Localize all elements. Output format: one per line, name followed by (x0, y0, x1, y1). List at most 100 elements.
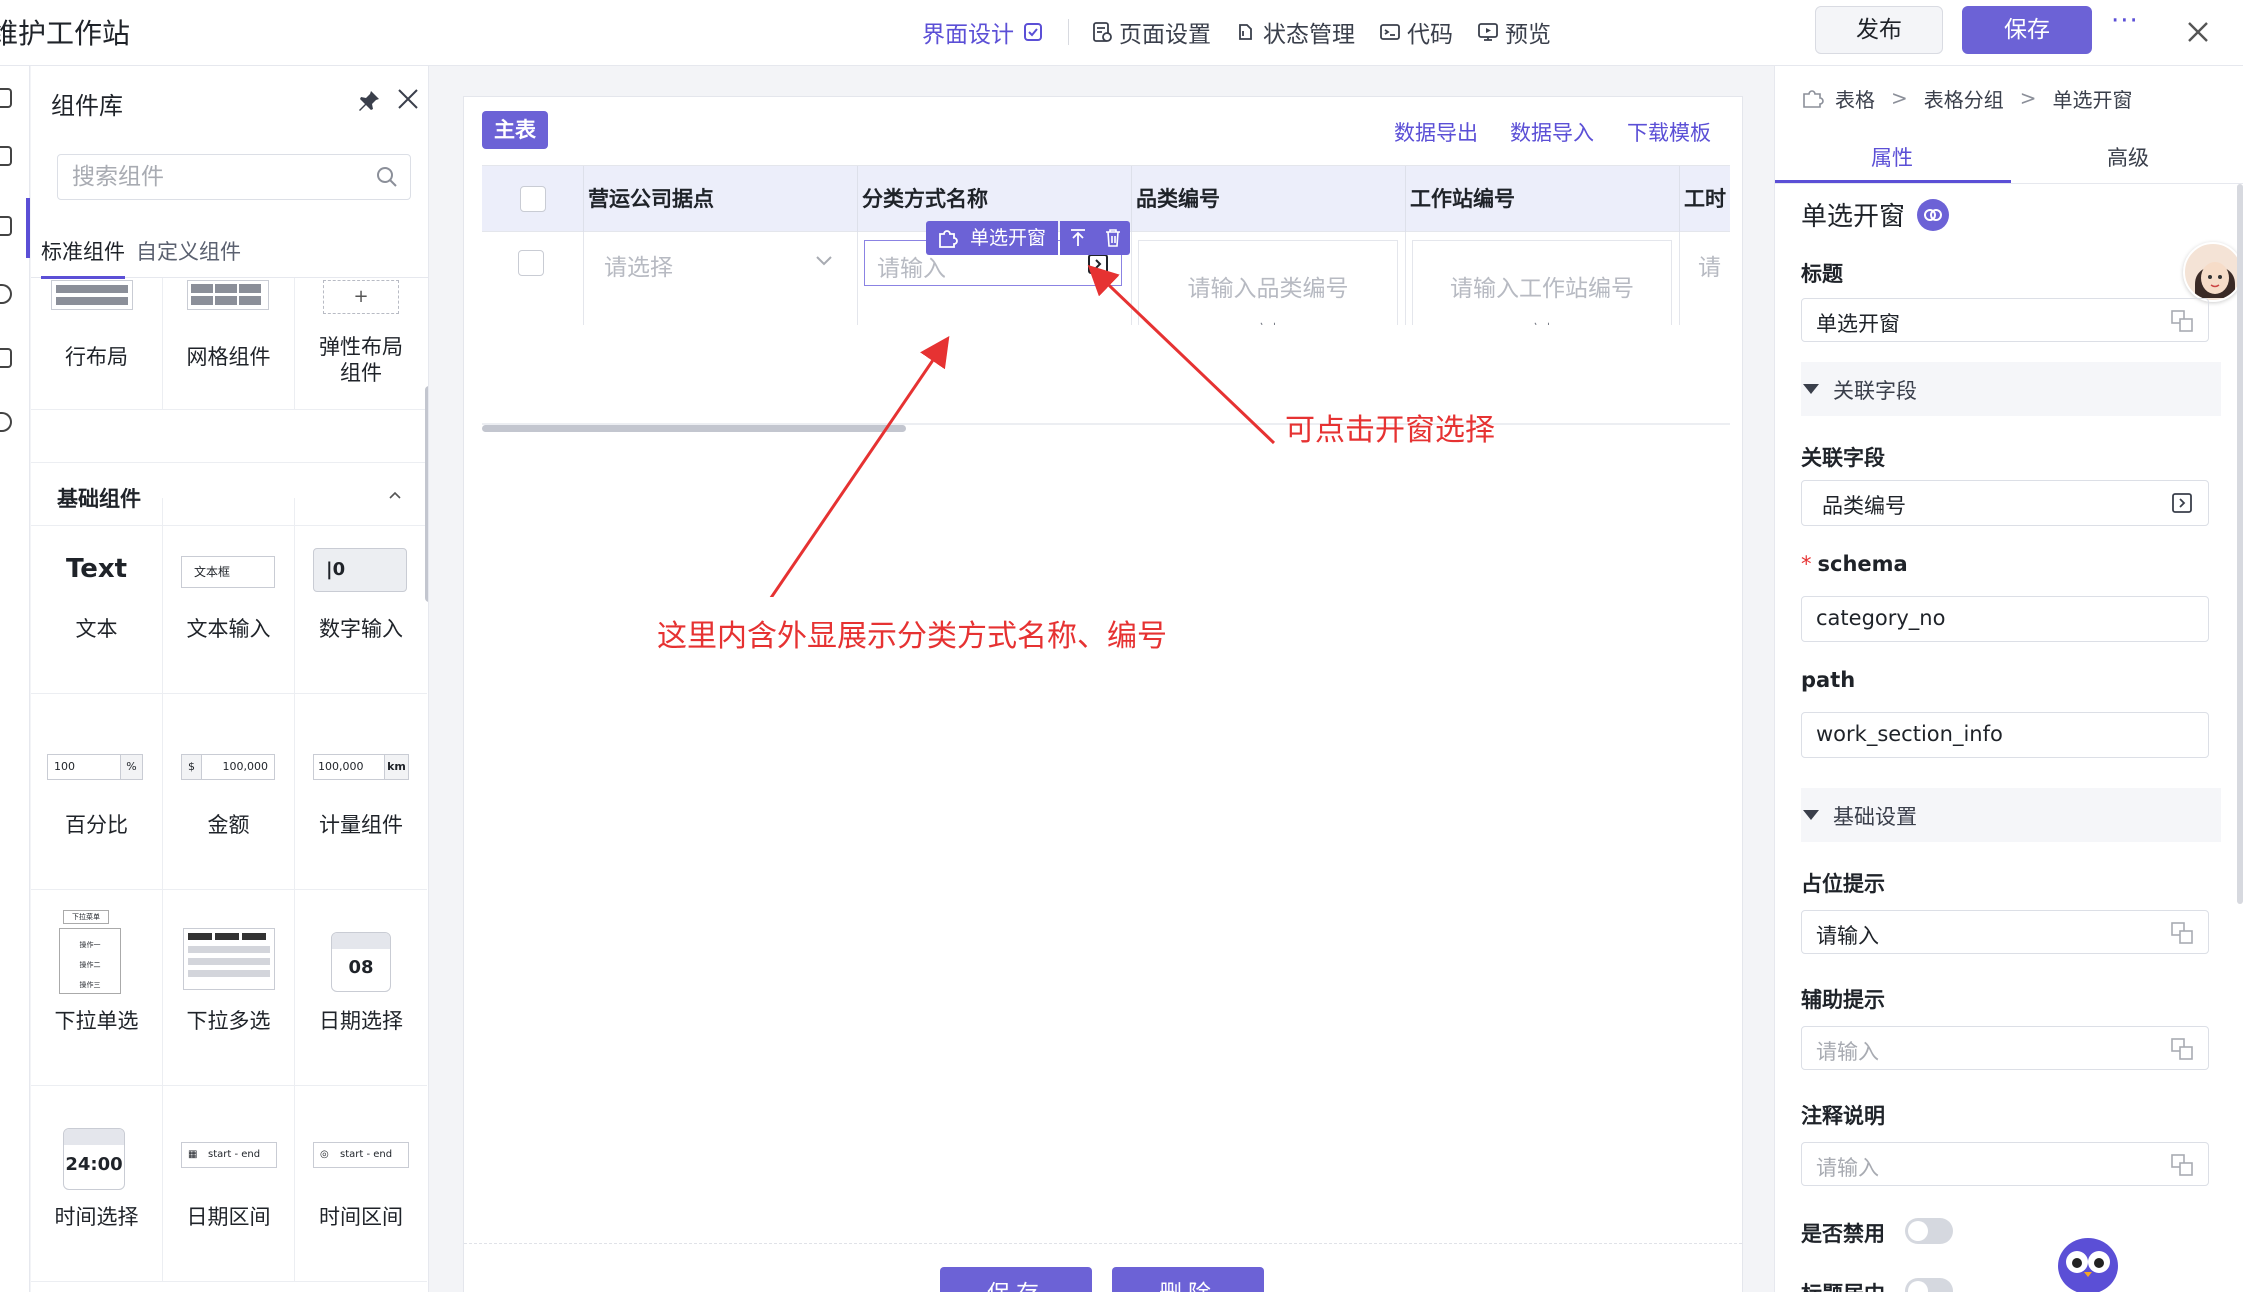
outline-icon[interactable] (0, 88, 12, 108)
translate-icon[interactable] (2170, 1153, 2194, 1177)
components-icon[interactable] (0, 216, 12, 236)
breadcrumb-item[interactable]: 表格 (1835, 84, 1875, 113)
properties-scrollbar[interactable] (2237, 184, 2243, 904)
nav-code[interactable]: 代码 (1379, 15, 1453, 49)
component-time-range[interactable]: ◎ start - end 时间区间 (295, 1086, 427, 1282)
main-table-badge: 主表 (482, 111, 548, 149)
translate-icon[interactable] (2170, 1037, 2194, 1061)
component-label: 时间区间 (319, 1205, 403, 1229)
properties-tabs: 属性 高级 (1775, 128, 2243, 184)
row-checkbox[interactable] (518, 250, 544, 276)
column-header[interactable]: 工时 (1680, 166, 1730, 232)
layers-icon[interactable] (0, 348, 12, 368)
title-input[interactable]: 单选开窗 (1801, 298, 2209, 342)
title-center-toggle[interactable] (1905, 1278, 1953, 1292)
move-up-icon[interactable] (1069, 228, 1087, 248)
component-dropdown-single[interactable]: 下拉菜单 操作一 操作二 操作三 下拉单选 (31, 890, 163, 1086)
component-row-layout[interactable]: 行布局 (31, 278, 163, 410)
delete-icon[interactable] (1104, 228, 1122, 248)
component-dropdown-multi[interactable]: 下拉多选 (163, 890, 295, 1086)
helper-label: 辅助提示 (1801, 988, 1885, 1012)
component-chip[interactable]: 单选开窗 (926, 221, 1059, 255)
open-window-icon[interactable] (2170, 491, 2194, 515)
component-percent[interactable]: 100 % 百分比 (31, 694, 163, 890)
component-type-icon[interactable] (1917, 198, 1950, 231)
cell-workstation-no[interactable]: 请输入工作站编号 文本 (1406, 232, 1680, 325)
component-label: 计量组件 (319, 813, 403, 837)
caret-down-icon (1803, 810, 1819, 820)
note-input[interactable]: 请输入 (1801, 1142, 2209, 1186)
translate-icon[interactable] (2170, 921, 2194, 945)
percent-preview-value: 100 (54, 760, 75, 773)
component-flex-layout[interactable]: + 弹性布局 组件 (295, 278, 427, 410)
column-header[interactable]: 工作站编号 (1406, 166, 1680, 232)
table-horizontal-scrollbar[interactable] (482, 425, 906, 432)
schema-input[interactable]: category_no (1801, 596, 2209, 642)
download-template-link[interactable]: 下载模板 (1627, 117, 1711, 147)
pages-icon[interactable] (0, 146, 12, 166)
component-grid[interactable]: 网格组件 (163, 278, 295, 410)
workstation-no-field[interactable]: 请输入工作站编号 文本 (1412, 240, 1672, 325)
tab-properties[interactable]: 属性 (1871, 142, 1913, 172)
select-all-checkbox[interactable] (520, 186, 546, 212)
form-save-button[interactable]: 保存 (940, 1267, 1092, 1292)
puzzle-outline-icon (1803, 90, 1824, 108)
helper-input[interactable]: 请输入 (1801, 1026, 2209, 1070)
component-date-range[interactable]: ▦ start - end 日期区间 (163, 1086, 295, 1282)
nav-preview[interactable]: 预览 (1477, 15, 1551, 49)
open-window-icon[interactable] (1087, 253, 1109, 275)
related-field-group-header[interactable]: 关联字段 (1801, 362, 2221, 416)
nav-interface-design[interactable]: 界面设计 (922, 15, 1044, 49)
save-button[interactable]: 保存 (1962, 6, 2092, 54)
basic-settings-group-header[interactable]: 基础设置 (1801, 788, 2221, 842)
category-no-field[interactable]: 请输入品类编号 文本 (1138, 240, 1398, 325)
related-field-select[interactable]: 品类编号 (1801, 480, 2209, 526)
owl-assistant-icon[interactable] (2053, 1226, 2123, 1292)
translate-icon[interactable] (2170, 309, 2194, 333)
nav-page-settings[interactable]: 页面设置 (1091, 15, 1211, 49)
component-amount[interactable]: $ 100,000 金额 (163, 694, 295, 890)
tab-custom-components[interactable]: 自定义组件 (136, 236, 241, 276)
shield-icon[interactable] (0, 412, 12, 432)
cell-operating-site[interactable]: 请选择 (584, 232, 858, 325)
column-header[interactable]: 营运公司据点 (584, 166, 858, 232)
component-search[interactable] (57, 154, 411, 200)
annotation-display-hint: 这里内含外显展示分类方式名称、编号 (657, 619, 1167, 654)
breadcrumb-item[interactable]: 表格分组 (1924, 84, 2004, 113)
toggle-knob (1908, 1221, 1928, 1241)
component-time-picker[interactable]: 24:00 时间选择 (31, 1086, 163, 1282)
basic-row-3: 下拉菜单 操作一 操作二 操作三 下拉单选 下拉多选 08 日期选择 (31, 890, 428, 1086)
component-date-picker[interactable]: 08 日期选择 (295, 890, 427, 1086)
grid-preview (187, 280, 269, 310)
assistant-avatar[interactable] (2183, 242, 2243, 302)
data-icon[interactable] (0, 284, 12, 304)
column-header[interactable]: 品类编号 (1132, 166, 1406, 232)
library-scrollbar[interactable] (425, 386, 428, 602)
path-input[interactable]: work_section_info (1801, 712, 2209, 758)
placeholder-input[interactable]: 请输入 (1801, 910, 2209, 954)
pin-icon[interactable] (356, 88, 382, 114)
component-measure[interactable]: 100,000 km 计量组件 (295, 694, 427, 890)
search-input[interactable] (58, 155, 358, 199)
amount-preview-value: 100,000 (222, 760, 269, 773)
data-import-link[interactable]: 数据导入 (1510, 117, 1594, 147)
data-export-link[interactable]: 数据导出 (1394, 117, 1478, 147)
component-number-input[interactable]: |0 数字输入 (295, 498, 427, 694)
clock-small-icon: ◎ (320, 1149, 329, 1160)
tab-advanced[interactable]: 高级 (2107, 142, 2149, 172)
disabled-toggle[interactable] (1905, 1218, 1953, 1244)
cell-category-no[interactable]: 请输入品类编号 文本 (1132, 232, 1406, 325)
top-nav: 界面设计 页面设置 状态管理 代码 预览 (922, 14, 1575, 50)
form-delete-button[interactable]: 删除 (1112, 1267, 1264, 1292)
component-text[interactable]: Text 文本 (31, 498, 163, 694)
close-icon[interactable] (2180, 14, 2216, 50)
publish-button[interactable]: 发布 (1815, 6, 1943, 54)
monitor-icon (1478, 23, 1498, 41)
nav-state-management[interactable]: 状态管理 (1235, 15, 1355, 49)
cell-work-hours[interactable]: 请 (1680, 232, 1730, 325)
clock-icon: 24:00 (63, 1128, 125, 1190)
component-text-input[interactable]: 文本框 文本输入 (163, 498, 295, 694)
more-menu-icon[interactable]: ··· (2111, 6, 2141, 46)
tab-standard-components[interactable]: 标准组件 (41, 236, 125, 279)
close-panel-icon[interactable] (395, 86, 421, 112)
